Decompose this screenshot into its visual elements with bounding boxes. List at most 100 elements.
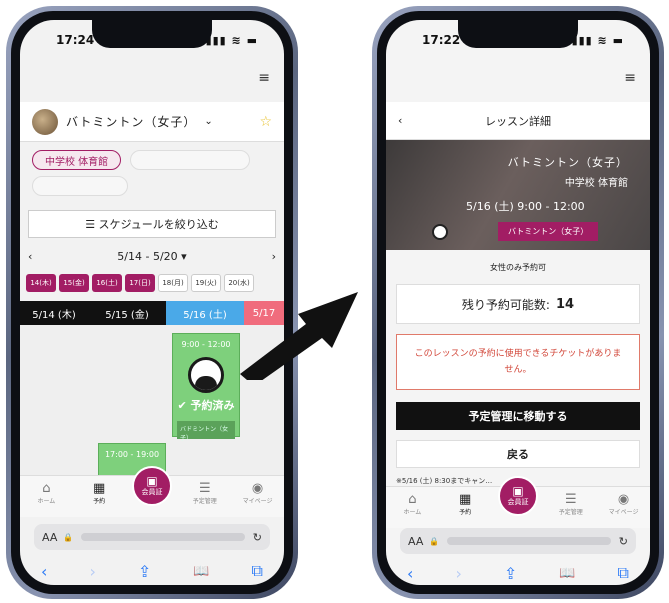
team-name: バトミントン（女子） — [66, 115, 197, 129]
person-icon — [188, 357, 224, 393]
safari-address-bar[interactable]: AA 🔒 ↻ — [400, 528, 636, 554]
arrow-icon — [240, 292, 358, 380]
url-text-blurred — [81, 533, 245, 541]
lesson-venue: 中学校 体育館 — [564, 178, 628, 189]
date-chip[interactable]: 16(土) — [92, 274, 122, 292]
cancel-note: ※5/16 (土) 8:30までキャン… — [396, 477, 493, 485]
qr-code-icon: ▣ — [512, 484, 524, 498]
date-chip[interactable]: 15(金) — [59, 274, 89, 292]
go-to-schedule-button[interactable]: 予定管理に移動する — [396, 402, 640, 430]
lock-icon: 🔒 — [429, 536, 440, 546]
url-text-blurred — [447, 537, 611, 545]
date-chip[interactable]: 19(火) — [191, 274, 221, 292]
date-chip[interactable]: 14(木) — [26, 274, 56, 292]
team-avatar — [32, 108, 58, 135]
home-icon: ⌂ — [408, 492, 417, 507]
tab-reserve[interactable]: ▦ 予約 — [445, 492, 485, 517]
share-icon[interactable]: ⇪ — [138, 562, 151, 581]
text-size-icon[interactable]: AA — [408, 535, 423, 548]
share-icon[interactable]: ⇪ — [504, 564, 517, 583]
safari-toolbar: ‹ › ⇪ 📖 ⧉ — [386, 558, 650, 585]
bookmarks-icon[interactable]: 📖 — [559, 566, 575, 581]
back-button[interactable]: 戻る — [396, 440, 640, 468]
lesson-card-booked[interactable]: 9:00 - 12:00 ✔ 予約済み バドミントン（女子） — [172, 333, 240, 442]
detail-header: ‹ レッスン詳細 — [386, 102, 650, 140]
lesson-datetime: 5/16 (土) 9:00 - 12:00 — [466, 200, 585, 213]
lesson-name: バトミントン（女子） — [507, 156, 628, 169]
remaining-value: 14 — [555, 296, 575, 312]
venue-chip-active[interactable]: 中学校 体育館 — [32, 150, 122, 170]
text-size-icon[interactable]: AA — [42, 531, 57, 544]
ticket-warning: このレッスンの予約に使用できるチケットがありません。 — [396, 334, 640, 390]
back-icon[interactable]: ‹ — [398, 114, 402, 127]
phone-right: 17:22 ▮▮▮ ≋ ▬ ≡ ‹ レッスン詳細 バトミントン（女子） 中学校 … — [372, 6, 664, 599]
menu-icon[interactable]: ≡ — [258, 70, 270, 86]
team-selector[interactable]: バトミントン（女子） ⌄ ☆ — [20, 102, 284, 142]
venue-chip-blurred[interactable] — [32, 176, 128, 196]
forward-icon[interactable]: › — [89, 562, 95, 581]
venue-chip-blurred[interactable] — [130, 150, 251, 170]
tabs-icon[interactable]: ⧉ — [252, 561, 263, 581]
home-icon: ⌂ — [42, 481, 51, 496]
member-card-label: 会員証 — [141, 488, 163, 496]
phone-bezel: 17:22 ▮▮▮ ≋ ▬ ≡ ‹ レッスン詳細 バトミントン（女子） 中学校 … — [377, 11, 659, 594]
reload-icon[interactable]: ↻ — [619, 535, 628, 548]
screen-right: 17:22 ▮▮▮ ≋ ▬ ≡ ‹ レッスン詳細 バトミントン（女子） 中学校 … — [386, 20, 650, 585]
filter-schedule-button[interactable]: ☰ スケジュールを絞り込む — [28, 210, 276, 238]
tab-home[interactable]: ⌂ ホーム — [392, 492, 432, 517]
week-navigator: ‹ 5/14 - 5/20 ▾ › — [28, 246, 276, 266]
week-range[interactable]: 5/14 - 5/20 ▾ — [117, 250, 186, 263]
tab-label: ホーム — [403, 509, 422, 516]
user-icon: ◉ — [617, 492, 630, 507]
tab-label: 予約 — [459, 509, 472, 516]
tabs-icon[interactable]: ⧉ — [618, 563, 629, 583]
day-header-selected[interactable]: 5/16 (土) — [166, 301, 244, 325]
lesson-time: 9:00 - 12:00 — [181, 340, 231, 349]
chevron-down-icon[interactable]: ⌄ — [204, 116, 212, 127]
menu-icon[interactable]: ≡ — [624, 70, 636, 86]
calendar-icon: ▦ — [93, 481, 106, 496]
favorite-star-icon[interactable]: ☆ — [259, 114, 272, 130]
safari-toolbar: ‹ › ⇪ 📖 ⧉ — [20, 556, 284, 585]
back-icon[interactable]: ‹ — [41, 562, 47, 581]
back-icon[interactable]: ‹ — [407, 564, 413, 583]
reload-icon[interactable]: ↻ — [253, 531, 262, 544]
calendar-icon: ▦ — [459, 492, 472, 507]
qr-code-icon: ▣ — [146, 474, 158, 488]
lesson-time: 17:00 - 19:00 — [104, 450, 160, 459]
day-header[interactable]: 5/15 (金) — [88, 301, 166, 325]
prev-week-icon[interactable]: ‹ — [28, 250, 32, 263]
lesson-badge: バトミントン（女子） — [498, 222, 599, 241]
tab-label: ホーム — [37, 498, 56, 505]
venue-chips: 中学校 体育館 — [32, 150, 272, 196]
day-header[interactable]: 5/14 (木) — [20, 301, 88, 325]
safari-address-bar[interactable]: AA 🔒 ↻ — [34, 524, 270, 550]
status-icons: ▮▮▮ ≋ ▬ — [571, 33, 624, 47]
lock-icon: 🔒 — [63, 532, 74, 542]
tab-label: マイページ — [242, 498, 273, 505]
date-chip[interactable]: 17(日) — [125, 274, 155, 292]
lesson-tag: バドミントン（女子） — [177, 421, 235, 442]
tab-schedule[interactable]: ☰ 予定管理 — [185, 482, 225, 506]
forward-icon[interactable]: › — [455, 564, 461, 583]
bookmarks-icon[interactable]: 📖 — [193, 564, 209, 579]
status-time: 17:22 — [422, 33, 461, 47]
tab-schedule[interactable]: ☰ 予定管理 — [551, 493, 591, 517]
tab-label: 予定管理 — [192, 498, 217, 505]
member-card-button[interactable]: ▣ 会員証 — [132, 466, 172, 506]
member-card-button[interactable]: ▣ 会員証 — [498, 476, 538, 516]
status-time: 17:24 — [56, 33, 95, 47]
member-card-label: 会員証 — [507, 498, 529, 506]
tab-reserve[interactable]: ▦ 予約 — [79, 481, 119, 506]
user-icon: ◉ — [251, 481, 264, 496]
status-icons: ▮▮▮ ≋ ▬ — [205, 33, 258, 47]
tab-home[interactable]: ⌂ ホーム — [26, 481, 66, 506]
tab-mypage[interactable]: ◉ マイページ — [238, 481, 278, 506]
notch — [458, 20, 578, 48]
tab-label: 予定管理 — [558, 509, 583, 516]
tab-mypage[interactable]: ◉ マイページ — [604, 492, 644, 517]
date-chip[interactable]: 18(月) — [158, 274, 188, 292]
instructor-avatar — [432, 224, 448, 240]
tab-label: 予約 — [93, 498, 106, 505]
next-week-icon[interactable]: › — [272, 250, 276, 263]
